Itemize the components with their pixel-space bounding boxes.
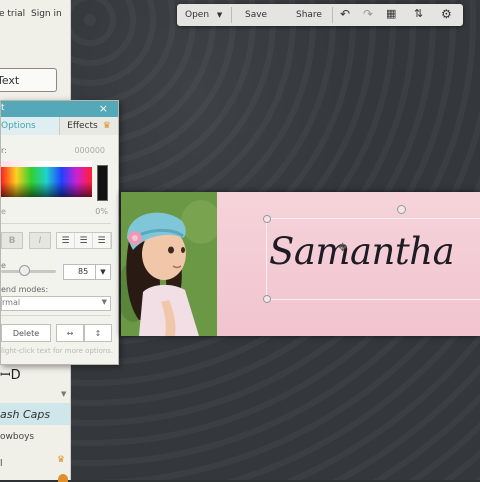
delete-button[interactable]: Delete xyxy=(1,324,51,342)
share-button[interactable]: Share xyxy=(296,10,322,20)
italic-button[interactable]: I xyxy=(29,232,51,249)
redo-icon[interactable]: ↷ xyxy=(363,7,373,21)
font-item-selected[interactable]: ash Caps xyxy=(0,403,70,425)
panel-header[interactable]: t × xyxy=(1,101,118,117)
open-menu[interactable]: Open ▼ xyxy=(185,10,222,20)
separator xyxy=(231,7,232,23)
text-tool-label: Text xyxy=(0,73,20,87)
blend-modes-label: end modes: xyxy=(1,285,49,294)
font-style-icon[interactable]: ꟷD xyxy=(0,365,21,383)
flip-horizontal-button[interactable]: ↔ xyxy=(56,324,84,342)
crown-icon: ♛ xyxy=(57,455,66,465)
undo-icon[interactable]: ↶ xyxy=(340,7,350,21)
text-options-panel: t × Options Effects ♛ r: 000000 e 0% B I … xyxy=(0,100,119,365)
separator xyxy=(332,7,333,23)
hint-text: light-click text for more options. xyxy=(1,347,114,355)
chevron-down-icon: ▼ xyxy=(95,265,110,279)
chevron-down-icon: ▼ xyxy=(216,11,223,19)
font-name: ash Caps xyxy=(0,407,51,421)
font-item[interactable]: owboys xyxy=(0,432,70,442)
flip-vertical-button[interactable]: ↕ xyxy=(84,324,112,342)
chevron-down-icon[interactable]: ▼ xyxy=(61,390,66,398)
layers-icon[interactable]: ⇅ xyxy=(414,7,423,20)
tab-effects[interactable]: Effects ♛ xyxy=(59,117,118,135)
sign-in-link[interactable]: Sign in xyxy=(31,9,62,19)
tab-effects-label: Effects xyxy=(67,121,98,131)
size-value: 85 xyxy=(78,267,89,276)
doll-photo[interactable] xyxy=(121,192,217,336)
size-slider-handle[interactable] xyxy=(19,265,30,276)
panel-tabs: Options Effects ♛ xyxy=(1,117,118,135)
brightness-slider[interactable] xyxy=(97,165,108,201)
alignment-buttons: ☰ ☰ ☰ xyxy=(56,232,112,249)
size-label: e xyxy=(1,261,6,270)
doll-illustration xyxy=(121,192,217,336)
align-left-icon[interactable]: ☰ xyxy=(57,233,75,248)
size-select[interactable]: 85 ▼ xyxy=(63,264,111,280)
align-center-icon[interactable]: ☰ xyxy=(75,233,93,248)
save-button[interactable]: Save xyxy=(245,10,267,20)
divider xyxy=(1,315,111,316)
text-tool-button[interactable]: Text xyxy=(0,68,57,92)
opacity-label: e xyxy=(1,207,6,216)
blend-mode-select[interactable]: rmal ▼ xyxy=(1,296,111,311)
open-label: Open xyxy=(185,10,210,20)
move-icon[interactable]: ✥ xyxy=(338,241,347,254)
color-spectrum-picker[interactable] xyxy=(1,167,92,197)
tab-options-label: Options xyxy=(1,121,36,131)
tab-options[interactable]: Options xyxy=(1,117,59,135)
font-preview-glyph: ꞁ xyxy=(0,457,3,467)
blend-mode-value: rmal xyxy=(2,298,21,307)
close-icon[interactable]: × xyxy=(99,102,108,115)
divider xyxy=(1,223,111,224)
bold-button[interactable]: B xyxy=(1,232,23,249)
premium-badge-icon xyxy=(58,474,68,482)
crown-icon: ♛ xyxy=(102,121,111,131)
top-toolbar: Open ▼ Save Share ↶ ↷ ▦ ⇅ ⚙ xyxy=(177,4,463,26)
style-buttons: B I xyxy=(1,232,51,249)
canvas-text[interactable]: Samantha xyxy=(269,230,455,273)
resize-handle-top-left[interactable] xyxy=(263,215,271,223)
opacity-value: 0% xyxy=(95,207,108,216)
gear-icon[interactable]: ⚙ xyxy=(441,7,452,21)
color-label: r: xyxy=(1,146,7,155)
resize-icon[interactable]: ▦ xyxy=(386,7,396,20)
align-right-icon[interactable]: ☰ xyxy=(93,233,111,248)
banner-canvas[interactable]: Samantha ✥ xyxy=(121,192,480,336)
panel-title: t xyxy=(1,103,5,113)
color-hex-value[interactable]: 000000 xyxy=(74,146,105,155)
resize-handle-bottom-left[interactable] xyxy=(263,295,271,303)
rotate-handle[interactable] xyxy=(397,205,406,214)
chevron-down-icon: ▼ xyxy=(101,298,107,306)
opacity-row: e 0% xyxy=(1,207,111,216)
font-name: owboys xyxy=(0,432,35,442)
free-trial-link[interactable]: e trial xyxy=(0,9,25,19)
